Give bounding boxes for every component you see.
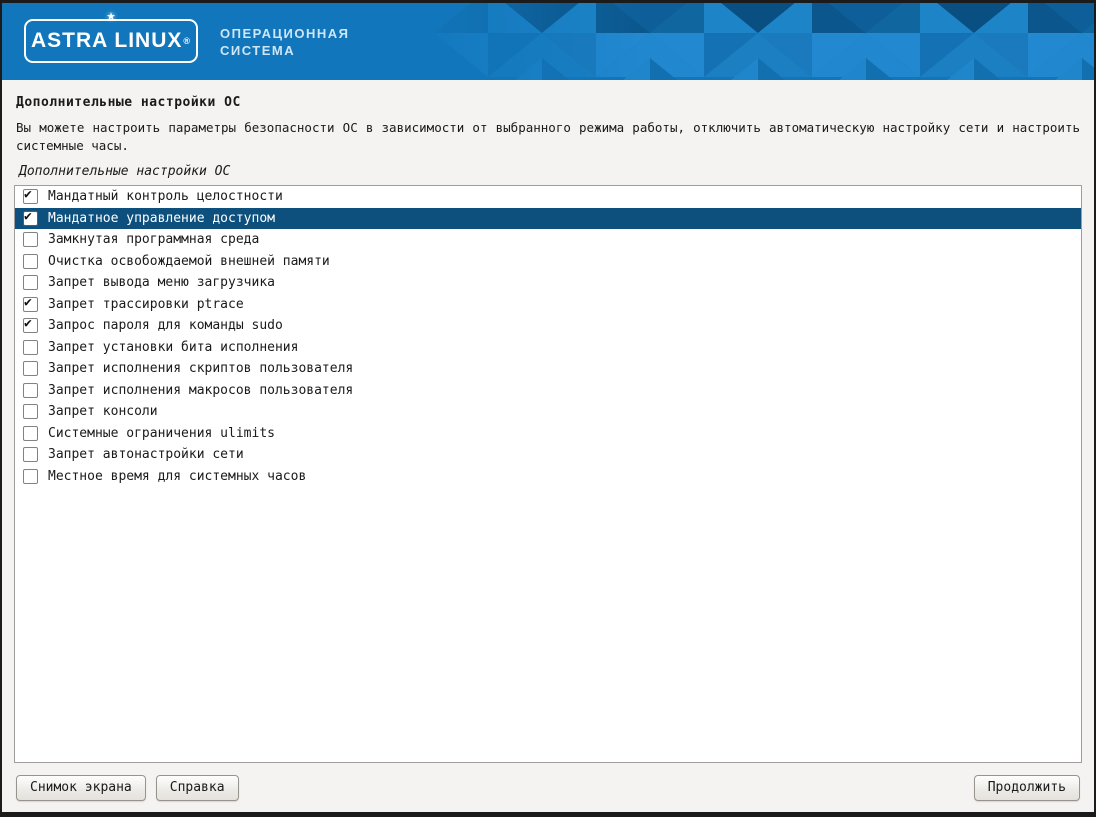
checkbox-icon[interactable] bbox=[23, 254, 38, 269]
checkbox-icon[interactable] bbox=[23, 211, 38, 226]
option-label: Запрет исполнения скриптов пользователя bbox=[48, 361, 353, 376]
option-label: Замкнутая программная среда bbox=[48, 232, 259, 247]
list-item[interactable]: Запрет исполнения скриптов пользователя bbox=[15, 358, 1081, 380]
option-label: Мандатный контроль целостности bbox=[48, 189, 283, 204]
checkbox-icon[interactable] bbox=[23, 232, 38, 247]
list-item[interactable]: Запрет трассировки ptrace bbox=[15, 294, 1081, 316]
option-label: Запрет вывода меню загрузчика bbox=[48, 275, 275, 290]
product-name: ОПЕРАЦИОННАЯ СИСТЕМА bbox=[220, 25, 350, 59]
option-label: Мандатное управление доступом bbox=[48, 211, 275, 226]
checkbox-icon[interactable] bbox=[23, 469, 38, 484]
list-item[interactable]: Мандатный контроль целостности bbox=[15, 186, 1081, 208]
option-label: Запрет трассировки ptrace bbox=[48, 297, 244, 312]
footer-bar: Снимок экрана Справка Продолжить bbox=[2, 763, 1094, 812]
list-item[interactable]: Запрос пароля для команды sudo bbox=[15, 315, 1081, 337]
help-button[interactable]: Справка bbox=[156, 775, 239, 801]
option-label: Запрет установки бита исполнения bbox=[48, 340, 298, 355]
product-name-line1: ОПЕРАЦИОННАЯ bbox=[220, 25, 350, 42]
checkbox-icon[interactable] bbox=[23, 404, 38, 419]
option-label: Запрет консоли bbox=[48, 404, 158, 419]
list-item[interactable]: Запрет исполнения макросов пользователя bbox=[15, 380, 1081, 402]
option-label: Очистка освобождаемой внешней памяти bbox=[48, 254, 330, 269]
option-label: Запрет исполнения макросов пользователя bbox=[48, 383, 353, 398]
checkbox-icon[interactable] bbox=[23, 447, 38, 462]
screenshot-button[interactable]: Снимок экрана bbox=[16, 775, 146, 801]
astra-linux-logo: ★ ASTRA LINUX® bbox=[24, 19, 198, 63]
installer-window: ★ ASTRA LINUX® ОПЕРАЦИОННАЯ СИСТЕМА Допо… bbox=[0, 0, 1096, 817]
continue-button[interactable]: Продолжить bbox=[974, 775, 1080, 801]
list-item[interactable]: Системные ограничения ulimits bbox=[15, 423, 1081, 445]
checkbox-icon[interactable] bbox=[23, 318, 38, 333]
installer-header: ★ ASTRA LINUX® ОПЕРАЦИОННАЯ СИСТЕМА bbox=[2, 3, 1094, 80]
list-item[interactable]: Запрет консоли bbox=[15, 401, 1081, 423]
option-label: Запрос пароля для команды sudo bbox=[48, 318, 283, 333]
checkbox-icon[interactable] bbox=[23, 361, 38, 376]
list-item[interactable]: Запрет вывода меню загрузчика bbox=[15, 272, 1081, 294]
checkbox-icon[interactable] bbox=[23, 297, 38, 312]
list-item[interactable]: Местное время для системных часов bbox=[15, 466, 1081, 488]
options-list-label: Дополнительные настройки ОС bbox=[19, 164, 1077, 179]
list-item[interactable]: Запрет автонастройки сети bbox=[15, 444, 1081, 466]
list-item[interactable]: Очистка освобождаемой внешней памяти bbox=[15, 251, 1081, 273]
registered-mark: ® bbox=[183, 36, 191, 46]
checkbox-icon[interactable] bbox=[23, 426, 38, 441]
product-name-line2: СИСТЕМА bbox=[220, 42, 350, 59]
star-icon: ★ bbox=[106, 8, 115, 23]
option-label: Местное время для системных часов bbox=[48, 469, 306, 484]
page-description: Вы можете настроить параметры безопаснос… bbox=[16, 119, 1080, 155]
checkbox-icon[interactable] bbox=[23, 340, 38, 355]
checkbox-icon[interactable] bbox=[23, 275, 38, 290]
options-list: Мандатный контроль целостности Мандатное… bbox=[14, 185, 1082, 763]
checkbox-icon[interactable] bbox=[23, 383, 38, 398]
list-item[interactable]: Замкнутая программная среда bbox=[15, 229, 1081, 251]
checkbox-icon[interactable] bbox=[23, 189, 38, 204]
list-item[interactable]: Мандатное управление доступом bbox=[15, 208, 1081, 230]
list-item[interactable]: Запрет установки бита исполнения bbox=[15, 337, 1081, 359]
option-label: Системные ограничения ulimits bbox=[48, 426, 275, 441]
page-title: Дополнительные настройки ОС bbox=[16, 95, 1080, 110]
page-content: Дополнительные настройки ОС Вы можете на… bbox=[2, 80, 1094, 812]
option-label: Запрет автонастройки сети bbox=[48, 447, 244, 462]
logo-text: ASTRA LINUX bbox=[31, 29, 182, 53]
